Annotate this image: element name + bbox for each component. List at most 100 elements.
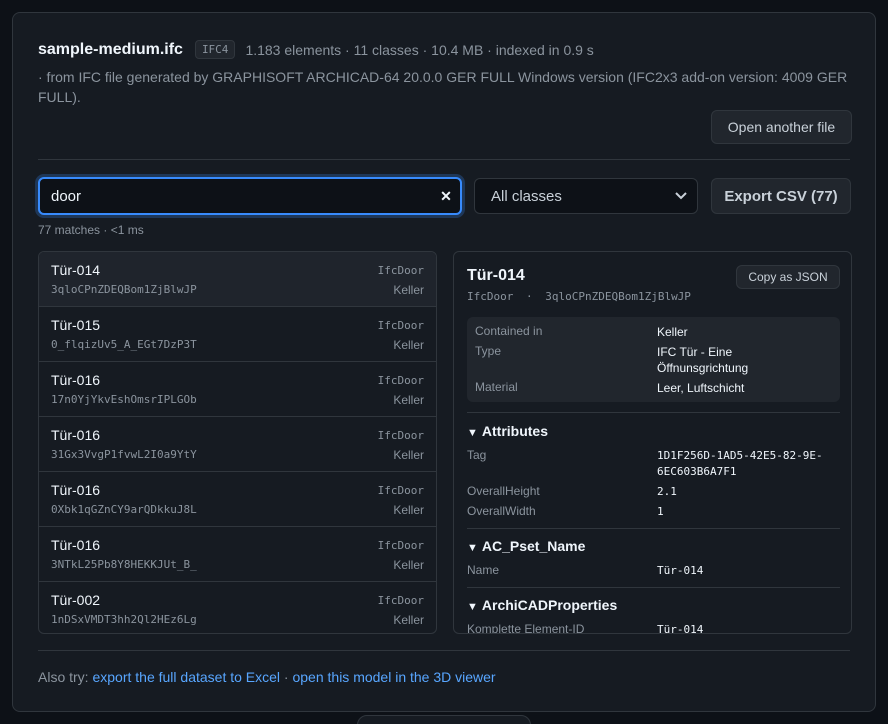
result-row[interactable]: Tür-016 0Xbk1qGZnCY9arQDkkuJ8L IfcDoor Kell… (39, 472, 436, 527)
property-key: Name (467, 563, 500, 577)
chevron-down-icon (675, 189, 687, 203)
match-info: 77 matches · <1 ms (38, 223, 144, 237)
property-row: OverallWidth 1 (467, 504, 840, 520)
bottom-pill (357, 715, 531, 724)
clear-icon[interactable]: ✕ (432, 188, 460, 205)
schema-badge: IFC4 (194, 40, 236, 59)
detail-guid: 3qloCPnZDEQBom1ZjBlwJP (545, 290, 691, 303)
result-storey: Keller (393, 448, 424, 462)
result-class: IfcDoor (377, 484, 424, 497)
result-class: IfcDoor (377, 374, 424, 387)
result-class: IfcDoor (377, 429, 424, 442)
result-name: Tür-016 (51, 482, 101, 498)
property-row: Komplette Element-ID Tür-014 (467, 622, 840, 634)
result-guid: 17n0YjYkvEshOmsrIPLGOb (51, 393, 197, 406)
property-key: OverallHeight (467, 484, 540, 498)
search-field[interactable]: ✕ (38, 177, 462, 215)
property-value: 1D1F256D-1AD5-42E5-82-9E-6EC603B6A7F1 (657, 449, 823, 478)
separator: · (525, 290, 533, 303)
caret-down-icon: ▼ (467, 542, 478, 554)
footer-suggestions: Also try: export the full dataset to Exc… (38, 669, 496, 685)
result-storey: Keller (393, 283, 424, 297)
property-value: 2.1 (657, 485, 677, 498)
info-value: Leer, Luftschicht (657, 381, 745, 395)
open-3d-viewer-link[interactable]: open this model in the 3D viewer (292, 669, 495, 685)
section-title: ArchiCADProperties (481, 597, 618, 613)
result-row[interactable]: Tür-016 17n0YjYkvEshOmsrIPLGOb IfcDoor Kell… (39, 362, 436, 417)
property-key: Komplette Element-ID (467, 622, 585, 634)
class-filter-select[interactable]: All classes (474, 178, 698, 214)
footer-separator: · (283, 669, 289, 685)
open-another-file-button[interactable]: Open another file (711, 110, 852, 144)
containment-info: Contained in Keller Type IFC Tür - Eine … (467, 317, 840, 402)
section-title: Attributes (481, 423, 549, 439)
result-guid: 1nDSxVMDT3hh2Ql2HEz6Lg (51, 613, 197, 626)
result-name: Tür-016 (51, 372, 101, 388)
result-name: Tür-014 (51, 262, 101, 278)
result-guid: 0_flqizUv5_A_EGt7DzP3T (51, 338, 197, 351)
file-header: sample-medium.ifc IFC4 1.183 elements · … (38, 40, 850, 107)
info-key: Material (475, 380, 518, 394)
property-row: OverallHeight 2.1 (467, 484, 840, 500)
copy-as-json-button[interactable]: Copy as JSON (736, 265, 840, 289)
property-row: Name Tür-014 (467, 563, 840, 579)
info-row: Type IFC Tür - Eine Öffnunsgrichtung (475, 344, 832, 380)
result-row[interactable]: Tür-015 0_flqizUv5_A_EGt7DzP3T IfcDoor Kell… (39, 307, 436, 362)
property-key: OverallWidth (467, 504, 536, 518)
property-row: Tag 1D1F256D-1AD5-42E5-82-9E-6EC603B6A7F… (467, 448, 840, 480)
info-key: Type (475, 344, 502, 358)
result-class: IfcDoor (377, 319, 424, 332)
property-value: Tür-014 (657, 564, 704, 577)
detail-title: Tür-014 (467, 267, 525, 284)
result-name: Tür-016 (51, 427, 101, 443)
result-guid: 31Gx3VvgP1fvwL2I0a9YtY (51, 448, 197, 461)
result-storey: Keller (393, 393, 424, 407)
divider (467, 587, 840, 588)
caret-down-icon: ▼ (467, 601, 478, 613)
divider (467, 412, 840, 413)
result-row[interactable]: Tür-002 1nDSxVMDT3hh2Ql2HEz6Lg IfcDoor Kell… (39, 582, 436, 633)
section-header-archicad-properties[interactable]: ▼ ArchiCADProperties (467, 597, 617, 613)
result-storey: Keller (393, 503, 424, 517)
caret-down-icon: ▼ (467, 427, 478, 439)
footer-prefix: Also try: (38, 669, 89, 685)
file-stats: 1.183 elements · 11 classes · 10.4 MB · … (245, 41, 594, 58)
file-description: · from IFC file generated by GRAPHISOFT … (38, 69, 848, 105)
section-header-attributes[interactable]: ▼ Attributes (467, 423, 548, 439)
detail-subtitle: IfcDoor · 3qloCPnZDEQBom1ZjBlwJP (467, 290, 691, 303)
results-list: Tür-014 3qloCPnZDEQBom1ZjBlwJP IfcDoor Kell… (38, 251, 437, 634)
info-value: IFC Tür - Eine Öffnunsgrichtung (657, 345, 749, 375)
property-value: 1 (657, 505, 664, 518)
result-guid: 3qloCPnZDEQBom1ZjBlwJP (51, 283, 197, 296)
section-title: AC_Pset_Name (481, 538, 586, 554)
result-class: IfcDoor (377, 264, 424, 277)
divider (38, 650, 850, 651)
result-row[interactable]: Tür-016 31Gx3VvgP1fvwL2I0a9YtY IfcDoor Kell… (39, 417, 436, 472)
result-row[interactable]: Tür-016 3NTkL25Pb8Y8HEKKJUt_B_ IfcDoor Kell… (39, 527, 436, 582)
result-storey: Keller (393, 338, 424, 352)
info-key: Contained in (475, 324, 543, 338)
result-storey: Keller (393, 558, 424, 572)
search-input[interactable] (40, 179, 432, 213)
result-row[interactable]: Tür-014 3qloCPnZDEQBom1ZjBlwJP IfcDoor Kell… (39, 252, 436, 307)
main-panel: sample-medium.ifc IFC4 1.183 elements · … (12, 12, 876, 712)
export-csv-button[interactable]: Export CSV (77) (711, 178, 851, 214)
result-name: Tür-002 (51, 592, 101, 608)
result-name: Tür-015 (51, 317, 101, 333)
info-row: Contained in Keller (475, 324, 832, 344)
info-value: Keller (657, 325, 688, 339)
result-class: IfcDoor (377, 539, 424, 552)
result-name: Tür-016 (51, 537, 101, 553)
result-guid: 0Xbk1qGZnCY9arQDkkuJ8L (51, 503, 197, 516)
file-name: sample-medium.ifc (38, 40, 183, 58)
property-key: Tag (467, 448, 487, 462)
result-guid: 3NTkL25Pb8Y8HEKKJUt_B_ (51, 558, 197, 571)
result-storey: Keller (393, 613, 424, 627)
property-value: Tür-014 (657, 623, 704, 634)
info-row: Material Leer, Luftschicht (475, 380, 832, 396)
section-header-ac-pset-name[interactable]: ▼ AC_Pset_Name (467, 538, 585, 554)
export-excel-link[interactable]: export the full dataset to Excel (92, 669, 280, 685)
class-filter-value: All classes (491, 187, 562, 205)
result-class: IfcDoor (377, 594, 424, 607)
detail-panel: Tür-014 IfcDoor · 3qloCPnZDEQBom1ZjBlwJP… (453, 251, 852, 634)
